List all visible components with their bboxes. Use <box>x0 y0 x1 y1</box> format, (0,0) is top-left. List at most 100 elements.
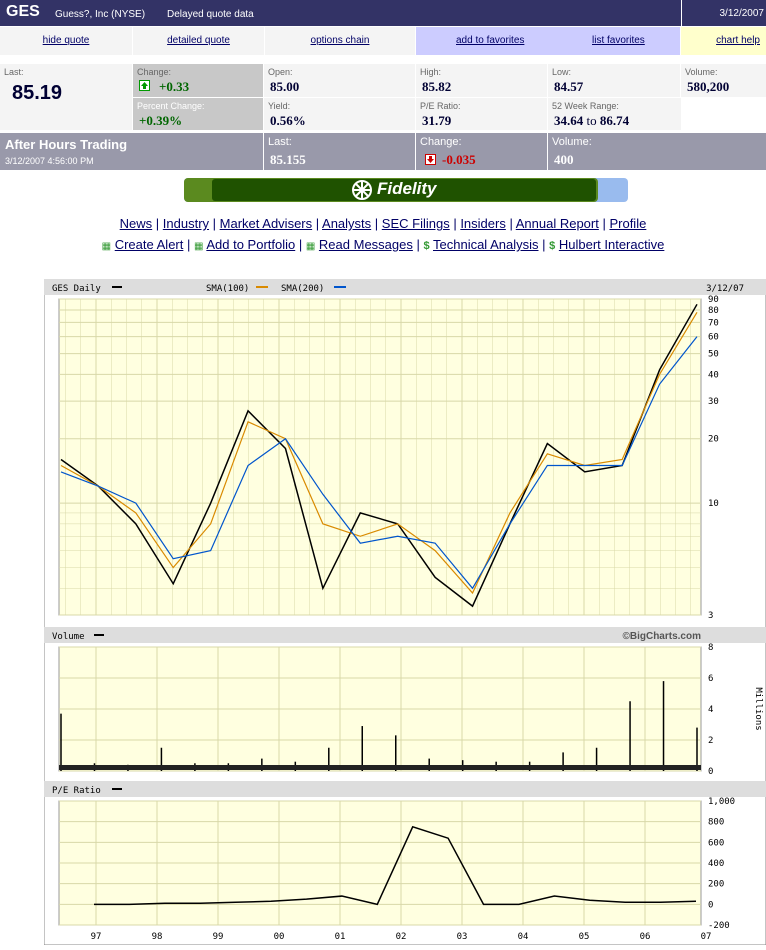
year-label: 03 <box>457 932 468 942</box>
pe-ytick: 800 <box>708 818 724 828</box>
analysts-link[interactable]: Analysts <box>322 216 371 231</box>
bigcharts-chart: GES Daily SMA(100) SMA(200) 3/12/07 90 80 70 60… <box>43 278 766 946</box>
add-portfolio-link[interactable]: Add to Portfolio <box>206 237 295 252</box>
read-messages-link[interactable]: Read Messages <box>319 237 413 252</box>
quote-header: GES Guess?, Inc (NYSE) Delayed quote dat… <box>0 0 766 26</box>
ah-last-label: Last: <box>268 136 292 148</box>
chart-help-link[interactable]: chart help <box>681 27 766 55</box>
links-row-1: News | Industry | Market Advisers | Anal… <box>119 216 647 231</box>
hulbert-interactive-link[interactable]: Hulbert Interactive <box>559 237 665 252</box>
range-label: 52 Week Range: <box>552 101 619 111</box>
range-to: to <box>586 113 597 128</box>
dollar-icon-2: $ <box>549 240 556 252</box>
legend-sma200: SMA(200) <box>281 284 324 294</box>
add-favorites-link[interactable]: add to favorites <box>456 27 524 55</box>
year-label: 04 <box>518 932 529 942</box>
price-ytick: 80 <box>708 306 719 316</box>
hide-quote-link[interactable]: hide quote <box>0 27 132 55</box>
pe-ytick: 1,000 <box>708 797 735 807</box>
volume-ytick: 2 <box>708 736 713 746</box>
price-ytick: 40 <box>708 370 719 380</box>
volume-ylabel: Millions <box>753 687 763 730</box>
after-hours-cell: After Hours Trading 3/12/2007 4:56:00 PM <box>0 133 263 170</box>
price-ytick: 90 <box>708 295 719 305</box>
change-value: +0.33 <box>159 79 190 94</box>
ah-last-cell: Last: 85.155 <box>264 133 415 170</box>
price-ytick: 3 <box>708 611 713 621</box>
high-cell: High: 85.82 <box>416 64 547 97</box>
annual-report-link[interactable]: Annual Report <box>516 216 599 231</box>
legend-sma100: SMA(100) <box>206 284 249 294</box>
after-hours-title: After Hours Trading <box>5 137 128 152</box>
change-label: Change: <box>137 67 172 77</box>
volume-ytick: 6 <box>708 674 713 684</box>
news-link[interactable]: News <box>120 216 153 231</box>
year-label: 02 <box>396 932 407 942</box>
after-hours-time: 3/12/2007 4:56:00 PM <box>5 156 94 166</box>
pe-label: P/E Ratio: <box>420 101 461 111</box>
options-chain-link[interactable]: options chain <box>265 27 415 55</box>
year-label: 97 <box>91 932 102 942</box>
fidelity-banner[interactable]: Fidelity <box>184 178 628 202</box>
year-label: 07 <box>701 932 712 942</box>
ah-volume-cell: Volume: 400 <box>548 133 766 170</box>
pe-ytick: 200 <box>708 880 724 890</box>
links-row-2: ▦ Create Alert | ▦ Add to Portfolio | ▦ … <box>101 237 665 252</box>
pe-header <box>44 781 766 797</box>
percent-change-value: +0.39% <box>139 113 183 128</box>
volume-legend-swatch <box>94 634 104 636</box>
bigcharts-watermark: ©BigCharts.com <box>623 631 702 642</box>
price-ytick: 20 <box>708 435 719 445</box>
fidelity-logo-icon <box>350 178 374 207</box>
pe-value: 31.79 <box>422 113 452 128</box>
year-label: 05 <box>579 932 590 942</box>
pe-ytick: 600 <box>708 838 724 848</box>
volume-label: Volume: <box>685 67 718 77</box>
dollar-icon: $ <box>423 240 430 252</box>
volume-title: Volume <box>52 632 85 642</box>
price-title: GES Daily <box>52 284 101 294</box>
volume-ytick: 0 <box>708 767 713 777</box>
price-ytick: 50 <box>708 350 719 360</box>
low-label: Low: <box>552 67 572 77</box>
ah-volume-value: 400 <box>554 152 574 167</box>
year-label: 00 <box>274 932 285 942</box>
price-ytick: 10 <box>708 499 719 509</box>
sec-filings-link[interactable]: SEC Filings <box>382 216 450 231</box>
alert-icon: ▦ <box>101 241 112 252</box>
market-advisers-link[interactable]: Market Advisers <box>220 216 312 231</box>
insiders-link[interactable]: Insiders <box>460 216 506 231</box>
low-cell: Low: 84.57 <box>548 64 680 97</box>
favorites-bar: add to favorites list favorites <box>416 27 680 55</box>
volume-ytick: 4 <box>708 705 713 715</box>
range-low: 34.64 <box>554 113 584 128</box>
down-arrow-icon <box>425 154 436 165</box>
technical-analysis-link[interactable]: Technical Analysis <box>433 237 539 252</box>
industry-link[interactable]: Industry <box>163 216 209 231</box>
change-cell: Change: +0.33 <box>133 64 263 97</box>
high-label: High: <box>420 67 442 77</box>
year-label: 01 <box>335 932 346 942</box>
profile-link[interactable]: Profile <box>609 216 646 231</box>
price-ytick: 70 <box>708 318 719 328</box>
price-ytick: 30 <box>708 397 719 407</box>
range-cell: 52 Week Range: 34.64 to 86.74 <box>548 98 681 130</box>
high-value: 85.82 <box>422 79 452 94</box>
ah-volume-label: Volume: <box>552 136 592 148</box>
last-price: 85.19 <box>12 82 63 104</box>
legend-sma100-swatch <box>256 286 268 288</box>
volume-cell: Volume: 580,200 <box>681 64 766 97</box>
create-alert-link[interactable]: Create Alert <box>115 237 184 252</box>
year-label: 98 <box>152 932 163 942</box>
detailed-quote-link[interactable]: detailed quote <box>133 27 264 55</box>
delay-note: Delayed quote data <box>167 9 254 20</box>
open-label: Open: <box>268 67 293 77</box>
company-name: Guess?, Inc (NYSE) <box>55 9 146 20</box>
pe-ytick: -200 <box>708 921 730 931</box>
legend-sma200-swatch <box>334 286 346 288</box>
ah-last-value: 85.155 <box>270 152 306 167</box>
ah-change-value: -0.035 <box>442 152 476 167</box>
pe-cell: P/E Ratio: 31.79 <box>416 98 547 130</box>
list-favorites-link[interactable]: list favorites <box>592 27 645 55</box>
messages-icon: ▦ <box>305 241 316 252</box>
